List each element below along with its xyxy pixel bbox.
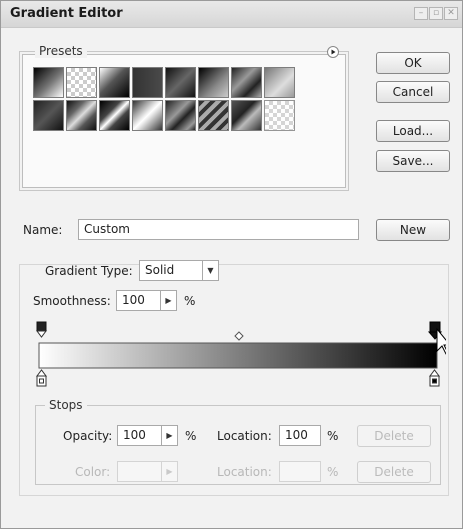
color-swatch-field[interactable] [117,461,162,482]
opacity-unit: % [185,429,197,443]
smoothness-arrow-icon[interactable]: ▶ [160,290,177,311]
delete-color-stop-button[interactable]: Delete [357,461,431,483]
title-bar: Gradient Editor – ▫ ✕ [1,1,462,28]
location-unit: % [327,429,339,443]
preset-swatch[interactable] [198,67,229,98]
name-label: Name: [23,223,63,237]
preset-swatch[interactable] [165,67,196,98]
preset-swatch[interactable] [66,100,97,131]
opacity-arrow-icon[interactable]: ▶ [161,425,178,446]
presets-legend: Presets [35,44,87,58]
triangle-right-icon[interactable] [327,46,339,58]
color-arrow-icon[interactable]: ▶ [161,461,178,482]
preset-swatch[interactable] [264,67,295,98]
gradient-type-select[interactable]: Solid [139,260,203,281]
preset-swatch[interactable] [33,67,64,98]
cursor-arrow-icon [436,327,446,355]
preset-swatch[interactable] [33,100,64,131]
location-label: Location: [217,429,272,443]
save-button[interactable]: Save... [376,150,450,172]
preset-swatch[interactable] [165,100,196,131]
opacity-field[interactable]: 100 [117,425,162,446]
color-stop-right[interactable] [429,369,440,387]
midpoint-diamond[interactable] [234,331,244,341]
gradient-editor [36,321,446,387]
color-label: Color: [75,465,111,479]
preset-swatch[interactable] [132,100,163,131]
minimize-icon[interactable]: – [414,7,428,20]
gradient-editor-window: Gradient Editor – ▫ ✕ Presets OK Cancel … [0,0,463,529]
load-button[interactable]: Load... [376,120,450,142]
ok-button[interactable]: OK [376,52,450,74]
window-title: Gradient Editor [10,6,123,21]
maximize-icon[interactable]: ▫ [429,7,443,20]
gradient-bar[interactable] [38,342,438,369]
preset-swatch[interactable] [99,100,130,131]
preset-swatch[interactable] [198,100,229,131]
preset-swatch[interactable] [132,67,163,98]
new-button[interactable]: New [376,219,450,241]
color-location-unit: % [327,465,339,479]
color-location-field[interactable] [279,461,321,482]
cancel-button[interactable]: Cancel [376,81,450,103]
color-stop-left[interactable] [36,369,47,387]
delete-opacity-stop-button[interactable]: Delete [357,425,431,447]
close-icon[interactable]: ✕ [444,7,458,20]
location-field[interactable]: 100 [279,425,321,446]
smoothness-label: Smoothness: [33,294,111,308]
smoothness-field[interactable]: 100 [116,290,161,311]
stops-legend: Stops [45,398,87,412]
preset-swatch[interactable] [66,67,97,98]
name-field[interactable]: Custom [78,219,359,240]
preset-swatch[interactable] [231,100,262,131]
preset-swatch[interactable] [231,67,262,98]
color-location-label: Location: [217,465,272,479]
opacity-label: Opacity: [63,429,113,443]
preset-swatch[interactable] [99,67,130,98]
gradient-type-label: Gradient Type: [45,264,133,278]
preset-swatch[interactable] [264,100,295,131]
opacity-stop-left[interactable] [36,321,47,338]
smoothness-unit: % [184,294,196,308]
chevron-down-icon[interactable]: ▼ [202,260,219,281]
